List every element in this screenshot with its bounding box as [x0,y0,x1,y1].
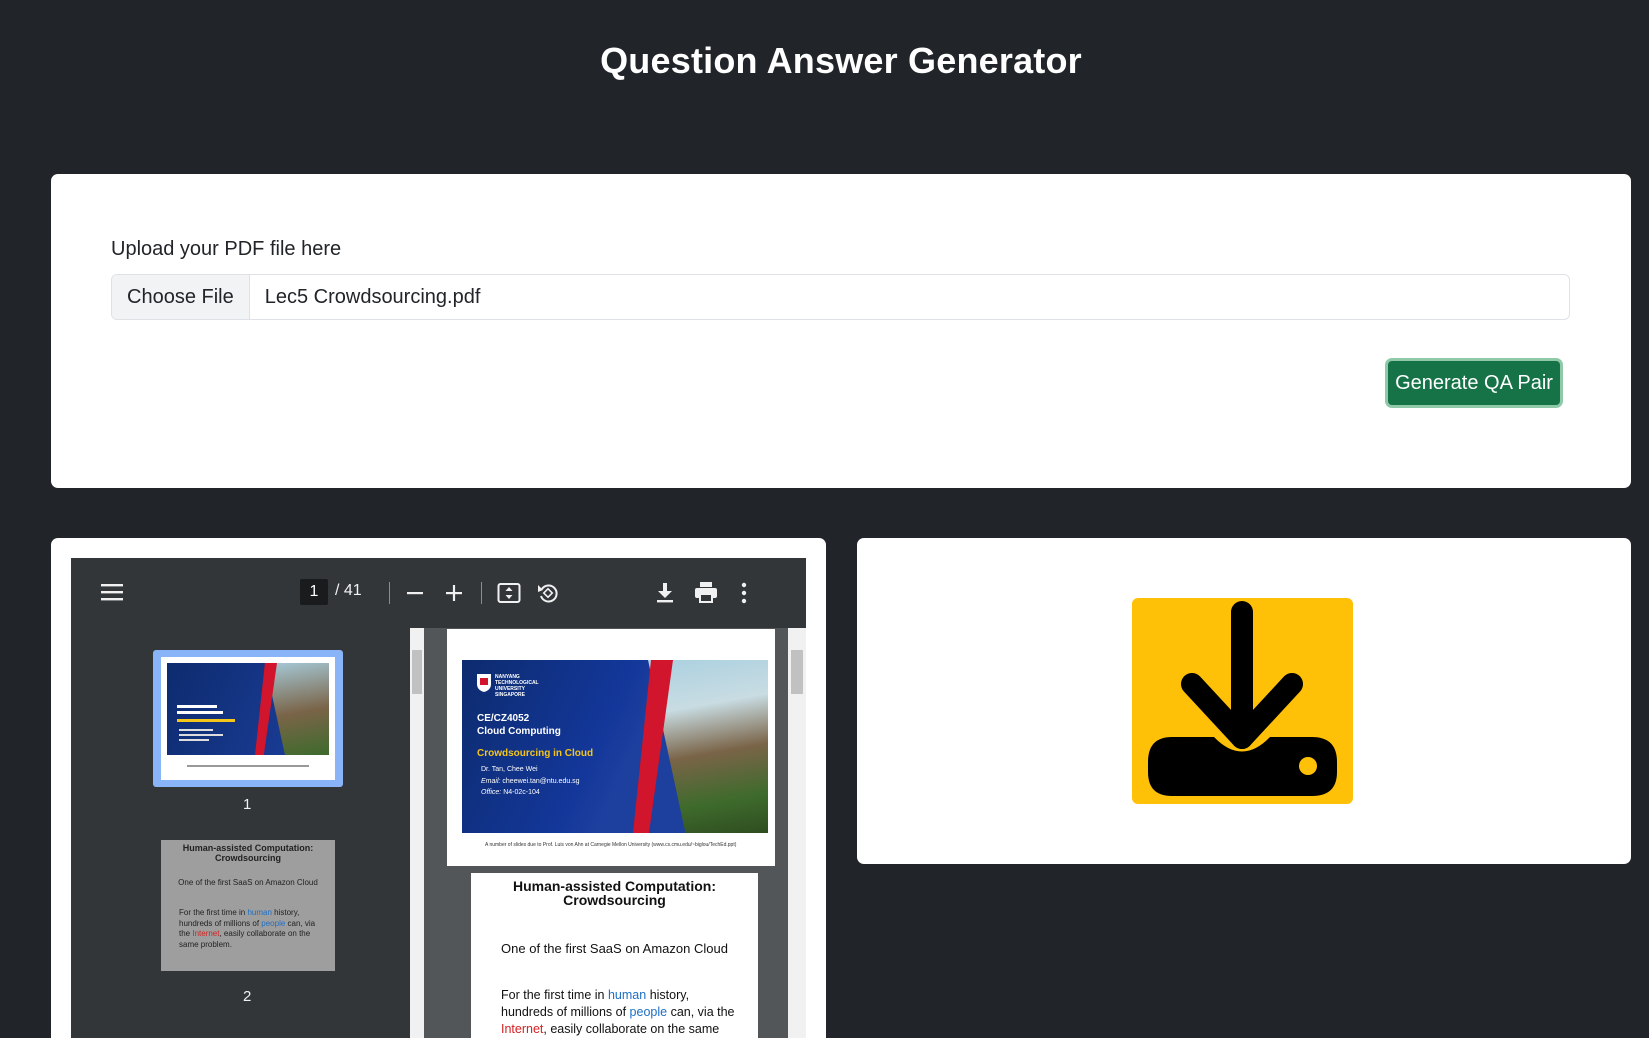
zoom-in-icon[interactable] [445,583,463,603]
toolbar-divider [481,582,482,604]
pdf-viewer[interactable]: 1 / 41 1 Human-assisted Computation: Cro… [71,558,806,1038]
thumbnail-page-1[interactable] [153,650,343,787]
thumbnail-title: Human-assisted Computation: Crowdsourcing [182,843,314,863]
course-code: CE/CZ4052 [477,713,530,724]
more-icon[interactable] [740,582,748,604]
document-page-2: Human-assisted Computation: Crowdsourcing… [471,873,758,1038]
file-input[interactable]: Choose File Lec5 Crowdsourcing.pdf [111,274,1570,320]
slide-caption: A number of slides due to Prof. Luis von… [485,842,737,848]
slide-topic: Crowdsourcing in Cloud [477,748,594,759]
thumbnail-image [161,657,335,780]
thumbnail-scrollbar[interactable] [410,628,424,1038]
page-title: Question Answer Generator [600,40,1082,81]
choose-file-button[interactable]: Choose File [112,275,250,319]
thumbnail-slide [167,663,329,755]
download-icon[interactable] [654,581,676,603]
thumbnail-number: 1 [243,796,252,813]
thumbnail-sidebar: 1 Human-assisted Computation: Crowdsourci… [71,628,424,1038]
toolbar-divider [389,582,390,604]
thumbnail-body: For the first time in human history, hun… [179,908,316,949]
slide-image: NANYANG TECHNOLOGICAL UNIVERSITY SINGAPO… [462,660,768,833]
print-icon[interactable] [694,581,718,603]
pdf-toolbar: 1 / 41 [71,558,806,628]
thumbnail-page-2[interactable]: Human-assisted Computation: Crowdsourcing… [161,840,335,971]
generate-qa-button[interactable]: Generate QA Pair [1385,358,1563,408]
pdf-viewer-card: 1 / 41 1 Human-assisted Computation: Cro… [51,538,826,1038]
slide-subtitle: One of the first SaaS on Amazon Cloud [501,941,728,956]
office: Office: N4-02c-104 [481,789,540,796]
thumbnail-subtitle: One of the first SaaS on Amazon Cloud [178,878,318,887]
menu-icon[interactable] [101,582,123,602]
download-card [857,538,1631,864]
fit-page-icon[interactable] [497,582,521,604]
file-name: Lec5 Crowdsourcing.pdf [264,285,481,308]
university-logo-icon [477,674,491,692]
page-number-input[interactable]: 1 [300,579,328,605]
thumbnail-number: 2 [243,988,252,1005]
zoom-out-icon[interactable] [406,583,424,603]
document-scrollbar[interactable] [788,628,806,1038]
university-name: NANYANG TECHNOLOGICAL UNIVERSITY SINGAPO… [495,674,539,698]
slide-title: Human-assisted Computation: Crowdsourcing [512,878,716,908]
scrollbar-thumb[interactable] [791,650,803,694]
download-icon[interactable] [1132,598,1353,804]
author: Dr. Tan, Chee Wei [481,766,538,773]
upload-card: Upload your PDF file here Choose File Le… [51,174,1631,488]
upload-label: Upload your PDF file here [111,238,342,260]
course-name: Cloud Computing [477,726,561,737]
rotate-icon[interactable] [536,581,560,605]
page-total: / 41 [335,582,362,599]
scrollbar-thumb[interactable] [412,650,422,694]
email: Email: cheewei.tan@ntu.edu.sg [481,778,580,785]
document-page-1: NANYANG TECHNOLOGICAL UNIVERSITY SINGAPO… [447,629,775,866]
slide-body: For the first time in human history, hun… [501,988,735,1036]
